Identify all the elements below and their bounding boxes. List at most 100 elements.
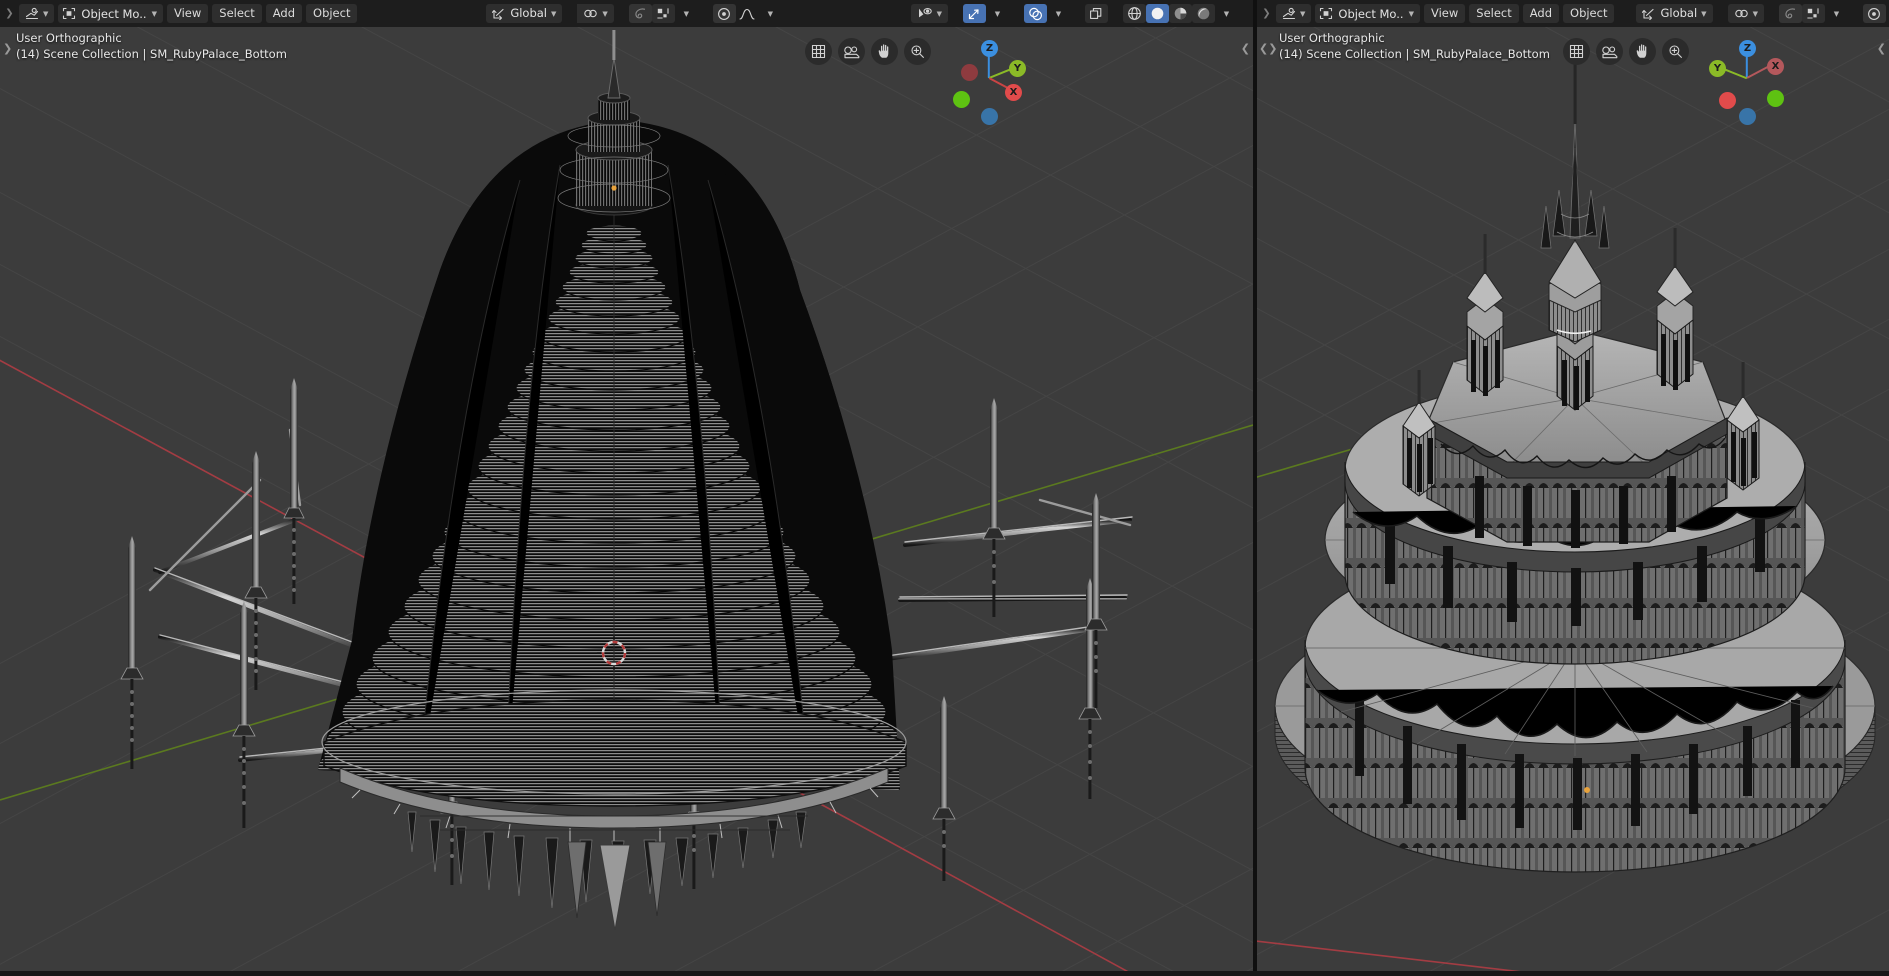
gizmo-axis-neg-z[interactable] <box>981 108 998 125</box>
menu-select-right[interactable]: Select <box>1469 4 1519 23</box>
gizmo-axis-z[interactable]: Z <box>1739 40 1756 57</box>
gizmo-chevron-left[interactable]: ▼ <box>986 4 1009 23</box>
proportional-edit-group-right: ▼ <box>1778 4 1848 23</box>
shading-rendered-icon[interactable] <box>1192 4 1215 23</box>
header-collapse-arrow-left[interactable]: ❯ <box>4 0 15 27</box>
snap-increment-icon[interactable] <box>1801 4 1825 23</box>
menu-view-left[interactable]: View <box>166 4 209 23</box>
camera-view-icon[interactable] <box>1596 38 1623 65</box>
snap-increment-icon[interactable] <box>651 4 675 23</box>
sidebar-expand-arrow-left[interactable]: ❮ <box>1241 42 1250 55</box>
viewport-scene-info-right: (14) Scene Collection | SM_RubyPalace_Bo… <box>1279 47 1550 61</box>
chevron-down-icon: ▼ <box>1833 10 1840 18</box>
viewport-area-left: Z Y X User Orthographic (14) Scene Colle… <box>0 0 1253 976</box>
move-view-hand-icon[interactable] <box>871 38 898 65</box>
menu-object-right[interactable]: Object <box>1563 4 1615 23</box>
menu-object-left[interactable]: Object <box>306 4 358 23</box>
object-origin-dot <box>1584 787 1590 793</box>
snap-options-chevron-left[interactable]: ▼ <box>675 4 698 23</box>
gizmo-axis-neg-y[interactable] <box>1767 90 1784 107</box>
chevron-down-icon: ▼ <box>551 10 557 18</box>
chevron-down-icon: ▼ <box>994 10 1001 18</box>
gizmo-icon[interactable] <box>963 4 986 23</box>
zoom-view-magnifier-icon[interactable] <box>1662 38 1689 65</box>
object-types-visibility-selector-left[interactable]: ▼ <box>910 4 948 23</box>
gizmo-axis-z[interactable]: Z <box>981 40 998 57</box>
blender-window: Z Y X User Orthographic (14) Scene Colle… <box>0 0 1889 976</box>
toggle-grid-icon[interactable] <box>1563 38 1590 65</box>
shading-solid-icon[interactable] <box>1146 4 1169 23</box>
viewport-canvas-right[interactable]: Z Y X User Orthographic (14) Scene Colle… <box>1257 0 1889 976</box>
shading-chevron-left[interactable]: ▼ <box>1215 4 1238 23</box>
transform-orientation-label-left: Global <box>510 6 547 20</box>
proportional-edit-group-left: ▼ <box>628 4 698 23</box>
gizmo-axis-neg-x[interactable] <box>961 64 978 81</box>
view-axis-gizmo-left[interactable]: Z Y X <box>947 36 1031 125</box>
toolbar-expand-arrow-right[interactable]: ❮❯ <box>1259 42 1277 55</box>
editor-type-selector-right[interactable]: ▼ <box>1276 4 1312 23</box>
menu-add-right[interactable]: Add <box>1522 4 1560 23</box>
header-collapse-arrow-right[interactable]: ❯ <box>1261 0 1272 27</box>
proportional-editing-icon[interactable] <box>628 4 652 23</box>
chevron-down-icon: ▼ <box>683 10 689 18</box>
gizmo-axis-x[interactable]: X <box>1767 58 1784 75</box>
falloff-chevron-left[interactable]: ▼ <box>759 4 782 23</box>
chevron-down-icon: ▼ <box>1055 10 1062 18</box>
viewport-header-right: ❯ ▼ Object Mo.. ▼ View Select Add Object… <box>1257 0 1889 27</box>
gizmo-group-left: ▼ <box>963 4 1009 23</box>
interaction-mode-selector-left[interactable]: Object Mo.. ▼ <box>58 4 163 23</box>
menu-select-left[interactable]: Select <box>212 4 262 23</box>
viewport-nav-buttons-right[interactable] <box>1563 38 1689 65</box>
shading-material-icon[interactable] <box>1169 4 1192 23</box>
chevron-down-icon: ▼ <box>767 10 773 18</box>
toggle-grid-icon[interactable] <box>805 38 832 65</box>
overlays-chevron-left[interactable]: ▼ <box>1047 4 1070 23</box>
gizmo-axis-y[interactable]: Y <box>1709 60 1726 77</box>
transform-orientation-selector-left[interactable]: Global ▼ <box>486 4 563 23</box>
object-origin-dot <box>611 185 617 191</box>
zoom-view-magnifier-icon[interactable] <box>904 38 931 65</box>
chevron-down-icon: ▼ <box>151 10 157 18</box>
chevron-down-icon: ▼ <box>43 10 49 18</box>
menu-view-right[interactable]: View <box>1423 4 1466 23</box>
gizmo-axis-y[interactable]: Y <box>1009 60 1026 77</box>
snap-options-chevron-right[interactable]: ▼ <box>1825 4 1848 23</box>
snapping-group-left: ▼ <box>577 4 614 23</box>
sidebar-expand-arrow-right[interactable]: ❮ <box>1877 42 1886 55</box>
gizmo-axis-neg-x[interactable] <box>1719 92 1736 109</box>
menu-add-left[interactable]: Add <box>265 4 303 23</box>
area-splitter[interactable] <box>1253 0 1257 976</box>
move-view-hand-icon[interactable] <box>1629 38 1656 65</box>
viewport-nav-buttons-left[interactable] <box>805 38 931 65</box>
snap-target-selector-right[interactable]: ▼ <box>1727 4 1764 23</box>
proportional-falloff-toggle-right[interactable] <box>1862 4 1886 23</box>
snap-target-selector-left[interactable]: ▼ <box>577 4 614 23</box>
toolbar-expand-arrow-left[interactable]: ❯ <box>3 42 12 55</box>
gizmo-axis-x[interactable]: X <box>1005 84 1022 101</box>
transform-orientation-selector-right[interactable]: Global ▼ <box>1636 4 1713 23</box>
chevron-down-icon: ▼ <box>936 10 942 18</box>
interaction-mode-label-right: Object Mo.. <box>1338 6 1404 21</box>
editor-type-selector-left[interactable]: ▼ <box>19 4 55 23</box>
falloff-group-right: ▼ <box>1862 4 1889 23</box>
shading-modes-group-left: ▼ <box>1123 4 1238 23</box>
chevron-down-icon: ▼ <box>1223 10 1230 18</box>
overlays-icon[interactable] <box>1024 4 1047 23</box>
interaction-mode-label-left: Object Mo.. <box>81 6 147 21</box>
camera-view-icon[interactable] <box>838 38 865 65</box>
interaction-mode-selector-right[interactable]: Object Mo.. ▼ <box>1315 4 1420 23</box>
chevron-down-icon: ▼ <box>1752 10 1758 18</box>
chevron-down-icon: ▼ <box>602 10 608 18</box>
viewport-scene-info-left: (14) Scene Collection | SM_RubyPalace_Bo… <box>16 47 287 61</box>
viewport-canvas-left[interactable]: Z Y X User Orthographic (14) Scene Colle… <box>0 0 1253 976</box>
xray-toggle-icon[interactable] <box>1085 4 1108 23</box>
proportional-editing-icon[interactable] <box>1778 4 1802 23</box>
falloff-smooth-icon[interactable] <box>736 4 759 23</box>
viewport-area-right: Z Y X User Orthographic (14) Scene Colle… <box>1257 0 1889 976</box>
chevron-down-icon: ▼ <box>1408 10 1414 18</box>
gizmo-axis-neg-y[interactable] <box>953 91 970 108</box>
gizmo-axis-neg-z[interactable] <box>1739 108 1756 125</box>
proportional-falloff-toggle-left[interactable] <box>712 4 736 23</box>
shading-wireframe-icon[interactable] <box>1123 4 1146 23</box>
view-axis-gizmo-right[interactable]: Z Y X <box>1705 36 1789 125</box>
